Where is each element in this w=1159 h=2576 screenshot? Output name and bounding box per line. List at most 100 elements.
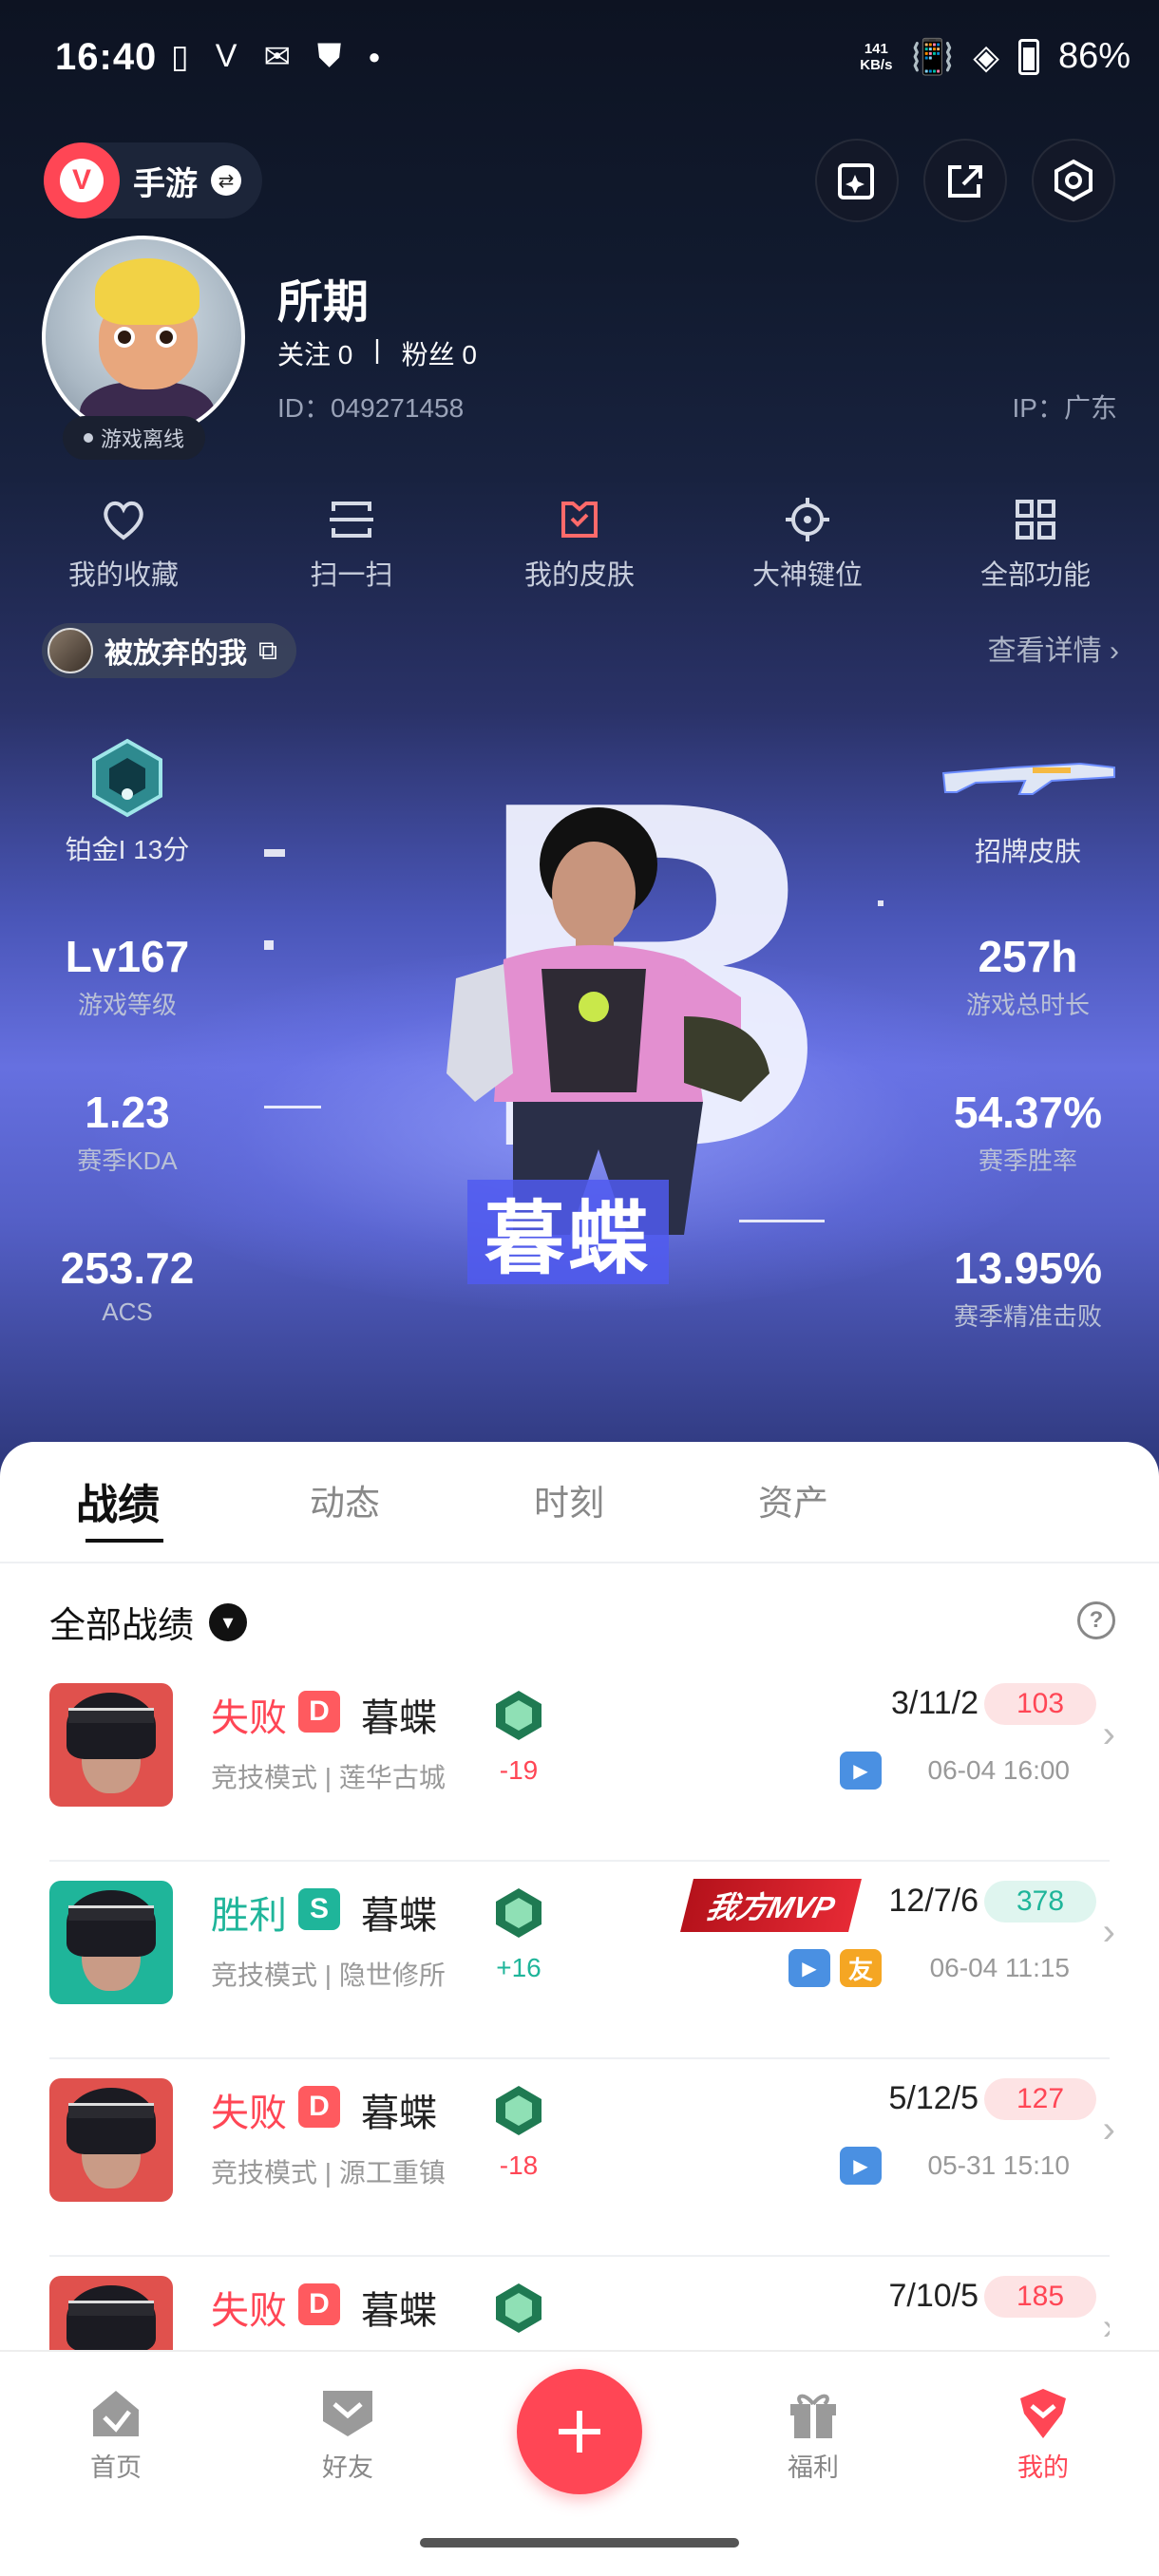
chevron-right-icon: ›: [1102, 2109, 1115, 2150]
phone-icon: ▯: [171, 39, 189, 75]
tab-records[interactable]: 战绩: [76, 1470, 160, 1531]
agent-portrait: [49, 2078, 173, 2202]
hours-label: 游戏总时长: [965, 991, 1090, 1019]
hours-stat: 257h 游戏总时长: [914, 931, 1142, 1021]
fans-count[interactable]: 粉丝 0: [402, 334, 477, 372]
headshot-label: 赛季精准击败: [953, 1302, 1102, 1331]
agent-portrait: [49, 1881, 173, 2004]
match-row[interactable]: 失败 D 暮蝶 7/10/5 185 ›: [49, 2257, 1110, 2350]
create-post-button[interactable]: [517, 2369, 642, 2494]
valorant-notif-icon: V: [215, 38, 238, 74]
fn-keybinds[interactable]: 大神键位: [712, 486, 902, 593]
agent-portrait: [49, 2276, 173, 2350]
nav-friends[interactable]: 好友: [272, 2380, 424, 2484]
rank-stat[interactable]: 铂金I 13分: [13, 735, 241, 867]
copy-icon[interactable]: ⧉: [258, 635, 277, 667]
match-grade-badge: D: [298, 1691, 340, 1733]
weapon-skin-icon: [941, 762, 1115, 795]
tab-moments[interactable]: 时刻: [534, 1474, 604, 1525]
tab-assets[interactable]: 资产: [758, 1474, 828, 1525]
wifi-icon: ◈: [973, 36, 999, 76]
title-avatar: [48, 628, 93, 673]
settings-button[interactable]: [1032, 139, 1115, 222]
help-icon[interactable]: ?: [1077, 1601, 1115, 1639]
fn-skins[interactable]: 我的皮肤: [484, 486, 674, 593]
fn-all[interactable]: 全部功能: [940, 486, 1130, 593]
deco-mark: [264, 1106, 321, 1108]
chevron-right-icon: ›: [1102, 1911, 1115, 1953]
sparkle-card-button[interactable]: [815, 139, 899, 222]
friend-badge: 友: [840, 1949, 882, 1987]
deco-mark: [264, 849, 285, 857]
kda-label: 赛季KDA: [77, 1146, 178, 1175]
match-kda: 5/12/5: [888, 2080, 978, 2116]
nav-home[interactable]: 首页: [40, 2380, 192, 2484]
following-count[interactable]: 关注 0: [277, 334, 352, 372]
swap-icon: ⇄: [211, 165, 241, 196]
video-icon[interactable]: ▶: [840, 2147, 882, 2185]
plus-icon: [559, 2411, 600, 2453]
match-acs: 103: [984, 1683, 1096, 1725]
match-agent: 暮蝶: [361, 2093, 437, 2134]
match-row[interactable]: 失败 D 暮蝶 竞技模式 | 莲华古城 -19 3/11/2 103 ▶ 06-…: [49, 1664, 1115, 1862]
battery-icon: [1017, 38, 1039, 75]
game-switcher[interactable]: V 手游 ⇄: [44, 142, 262, 218]
agent-portrait: [49, 1683, 173, 1807]
match-row[interactable]: 失败 D 暮蝶 竞技模式 | 源工重镇 -18 5/12/5 127 ▶ 05-…: [49, 2059, 1115, 2257]
fn-scan[interactable]: 扫一扫: [256, 486, 446, 593]
match-time: 06-04 11:15: [929, 1953, 1070, 1982]
level-value: Lv167: [65, 932, 190, 981]
shield-icon: ⛊: [316, 38, 342, 74]
signature-skin-stat[interactable]: 招牌皮肤: [914, 750, 1142, 869]
nav-rewards-label: 福利: [788, 2453, 839, 2482]
tab-feed[interactable]: 动态: [310, 1474, 380, 1525]
video-icon[interactable]: ▶: [840, 1752, 882, 1790]
match-mode-map: 竞技模式 | 源工重镇: [211, 2158, 446, 2188]
rank-delta: +16: [496, 1953, 542, 1982]
match-result: 胜利: [211, 1895, 287, 1937]
nav-me[interactable]: 我的: [967, 2380, 1119, 2484]
video-icon[interactable]: ▶: [788, 1949, 830, 1987]
match-time: 05-31 15:10: [927, 2150, 1070, 2180]
level-label: 游戏等级: [77, 991, 177, 1019]
records-filter[interactable]: 全部战绩 ▾: [49, 1596, 248, 1648]
kda-value: 1.23: [85, 1088, 170, 1137]
records-filter-label: 全部战绩: [49, 1606, 195, 1646]
player-title-tag[interactable]: 被放弃的我 ⧉: [42, 623, 296, 678]
match-time: 06-04 16:00: [927, 1755, 1070, 1785]
nav-rewards[interactable]: 福利: [737, 2380, 889, 2484]
view-details-label: 查看详情: [987, 635, 1102, 667]
rank-emerald-icon: [496, 2283, 542, 2333]
avatar-eye: [156, 327, 177, 348]
share-icon: [948, 165, 982, 198]
chevron-right-icon: ›: [1103, 2306, 1110, 2349]
match-acs: 378: [984, 1881, 1096, 1923]
chevron-right-icon: ›: [1102, 1714, 1115, 1755]
game-switcher-label: 手游: [133, 165, 198, 202]
status-right: 141 KB/s 📳 ◈ 86%: [860, 36, 1130, 77]
home-icon: [93, 2391, 139, 2436]
fn-keybinds-label: 大神键位: [751, 560, 863, 591]
gesture-home-bar[interactable]: [420, 2538, 739, 2548]
view-details-link[interactable]: 查看详情 ›: [988, 627, 1119, 669]
mvp-label: 我方MVP: [702, 1890, 838, 1924]
crosshair-icon: [786, 498, 829, 541]
ip-location: IP：广东: [1012, 393, 1117, 423]
match-row[interactable]: 胜利 S 暮蝶 竞技模式 | 隐世修所 +16 我方MVP 12/7/6 378…: [49, 1862, 1115, 2059]
hours-value: 257h: [978, 932, 1078, 981]
share-button[interactable]: [923, 139, 1007, 222]
valorant-logo-icon: V: [44, 142, 120, 218]
tab-bar: 战绩 动态 时刻 资产: [0, 1442, 1159, 1563]
rank-emerald-icon: [496, 1888, 542, 1938]
sparkle-card-icon: [838, 163, 874, 199]
winrate-label: 赛季胜率: [978, 1146, 1077, 1175]
featured-agent-name: 暮蝶: [467, 1180, 670, 1284]
fn-favorites[interactable]: 我的收藏: [28, 486, 218, 593]
nav-home-label: 首页: [90, 2453, 142, 2482]
match-kda: 7/10/5: [888, 2278, 978, 2314]
notification-icons: ▯ V ✉ ⛊ ●: [171, 38, 381, 76]
fn-favorites-label: 我的收藏: [67, 560, 179, 591]
follow-separator: |: [373, 334, 381, 364]
chevron-down-icon: ▾: [209, 1602, 248, 1641]
user-avatar[interactable]: [42, 236, 245, 439]
